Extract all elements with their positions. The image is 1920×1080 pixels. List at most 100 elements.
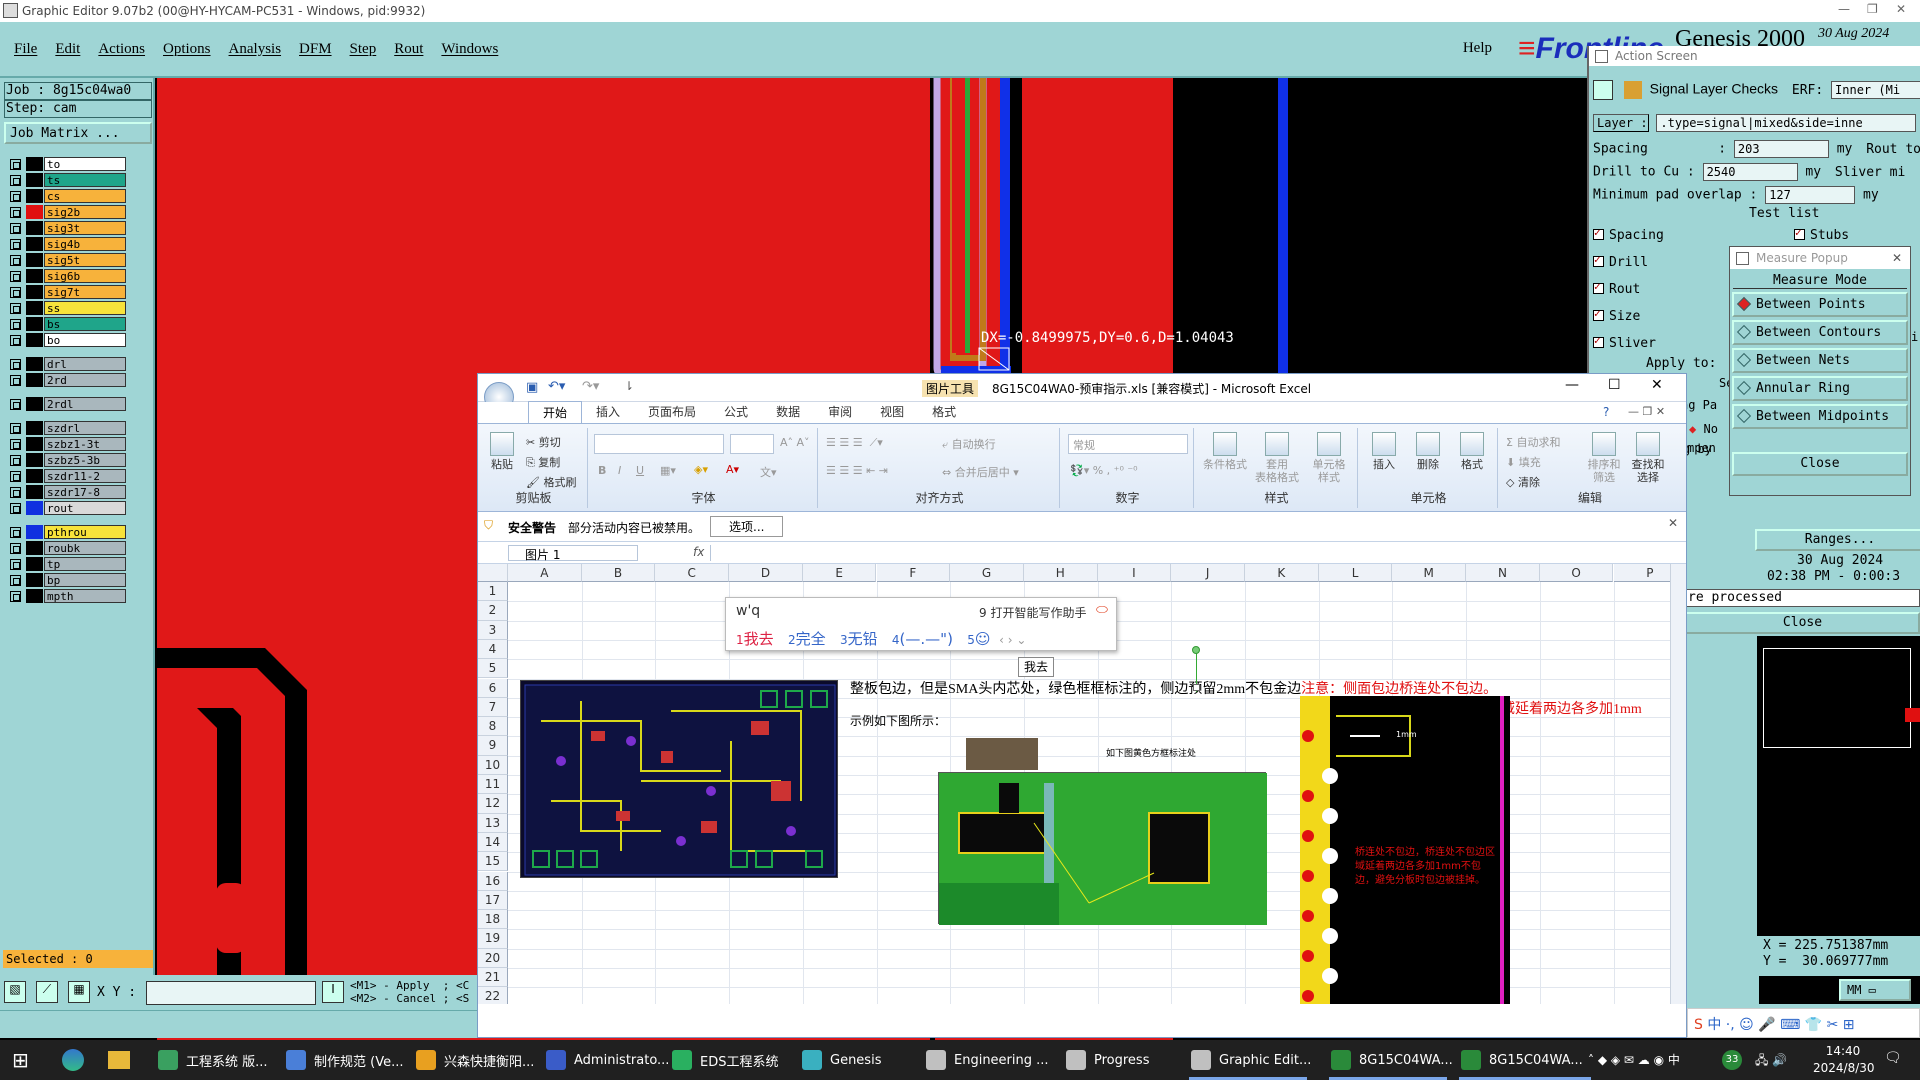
minimap[interactable] <box>1757 636 1920 936</box>
layer-name[interactable]: mpth <box>44 589 126 603</box>
ime-candidate[interactable]: 4(—.—") <box>892 630 953 648</box>
qat-customize-icon[interactable]: ⇂ <box>624 379 634 393</box>
measure-tool-icon[interactable]: ⟋ <box>36 981 58 1003</box>
layer-name[interactable]: bp <box>44 573 126 587</box>
layer-row[interactable]: cs <box>4 188 154 204</box>
column-header[interactable]: N <box>1466 564 1540 582</box>
test-drill[interactable]: Drill <box>1593 253 1648 270</box>
menu-file[interactable]: File <box>14 41 37 58</box>
row-header[interactable]: 2 <box>478 601 508 621</box>
tab-review[interactable]: 审阅 <box>814 401 866 423</box>
layer-row[interactable]: rout <box>4 500 154 516</box>
layer-color-swatch[interactable] <box>26 333 43 347</box>
close-icon[interactable]: ✕ <box>1651 377 1663 393</box>
layer-color-swatch[interactable] <box>26 373 43 387</box>
layer-name[interactable]: sig4b <box>44 237 126 251</box>
ribbon-min-icon[interactable]: — ❐ ✕ <box>1628 405 1665 418</box>
ime-input[interactable]: w'q <box>736 603 760 619</box>
pad-field[interactable]: 127 <box>1765 186 1856 204</box>
stubs-checkbox[interactable] <box>1794 226 1805 240</box>
layer-color-swatch[interactable] <box>26 253 43 267</box>
row-header[interactable]: 17 <box>478 890 508 911</box>
format-cells-button[interactable]: 格式 <box>1452 432 1492 471</box>
layer-row[interactable]: pthrou <box>4 524 154 540</box>
cut-button[interactable]: ✂ 剪切 <box>526 434 561 450</box>
layer-name[interactable]: roubk <box>44 541 126 555</box>
file-explorer-icon[interactable] <box>108 1051 130 1069</box>
layer-color-swatch[interactable] <box>26 525 43 539</box>
ime-candidate[interactable]: 1我去 <box>736 630 774 648</box>
formula-input[interactable] <box>710 545 1660 561</box>
layer-name[interactable]: szdrl <box>44 421 126 435</box>
ime-candidate[interactable]: 5☺ <box>967 630 990 648</box>
taskbar-item[interactable]: 工程系统 版... <box>152 1040 278 1080</box>
undo-icon[interactable]: ↶▾ <box>548 379 565 394</box>
sliver-checkbox[interactable] <box>1593 334 1604 348</box>
layer-name[interactable]: drl <box>44 357 126 371</box>
delete-cells-button[interactable]: 删除 <box>1408 432 1448 471</box>
layer-color-swatch[interactable] <box>26 421 43 435</box>
layer-color-swatch[interactable] <box>26 397 43 411</box>
layer-row[interactable]: 2rd <box>4 372 154 388</box>
tab-insert[interactable]: 插入 <box>582 401 634 423</box>
menu-edit[interactable]: Edit <box>55 41 80 58</box>
taskbar-item[interactable]: Genesis <box>796 1040 922 1080</box>
row-header[interactable]: 16 <box>478 871 508 891</box>
column-header[interactable]: L <box>1318 564 1393 582</box>
maximize-icon[interactable]: ☐ <box>1608 377 1621 393</box>
layer-checkbox[interactable] <box>10 239 21 250</box>
layer-checkbox[interactable] <box>10 207 21 218</box>
layer-color-swatch[interactable] <box>26 573 43 587</box>
underline-button[interactable]: U <box>636 464 644 477</box>
ime-assist[interactable]: 9 打开智能写作助手 <box>979 604 1086 621</box>
layer-row[interactable]: roubk <box>4 540 154 556</box>
test-stubs[interactable]: Stubs <box>1794 226 1849 243</box>
find-select-button[interactable]: 查找和 选择 <box>1628 432 1668 484</box>
pcb-image-3[interactable]: 1mm 桥连处不包边，桥连处不包边区域延着两边各多加1mm不包边，避免分板时包边… <box>1300 696 1510 1004</box>
layer-color-swatch[interactable] <box>26 589 43 603</box>
fill-button[interactable]: ⬇ 填充 <box>1506 454 1541 470</box>
layer-row[interactable]: sig7t <box>4 284 154 300</box>
tab-formulas[interactable]: 公式 <box>710 401 762 423</box>
bold-button[interactable]: B <box>598 464 606 477</box>
layer-name[interactable]: pthrou <box>44 525 126 539</box>
sort-filter-button[interactable]: 排序和 筛选 <box>1584 432 1624 484</box>
erf-field[interactable]: Inner (Mi <box>1831 81 1920 99</box>
layer-row[interactable]: sig6b <box>4 268 154 284</box>
layer-name[interactable]: sig2b <box>44 205 126 219</box>
layer-row[interactable]: bs <box>4 316 154 332</box>
column-header[interactable]: E <box>802 564 877 582</box>
layer-name[interactable]: szdr17-8 <box>44 485 126 499</box>
layer-checkbox[interactable] <box>10 271 21 282</box>
check-menu-icon[interactable] <box>1593 80 1613 100</box>
layer-row[interactable]: ts <box>4 172 154 188</box>
merge-center-button[interactable]: ⇔ 合并后居中 ▾ <box>942 464 1019 480</box>
layer-checkbox[interactable] <box>10 559 21 570</box>
taskbar-item[interactable]: Engineering ... <box>920 1040 1049 1080</box>
layer-row[interactable]: bo <box>4 332 154 348</box>
layer-row[interactable]: bp <box>4 572 154 588</box>
fill-color-icon[interactable]: ◈▾ <box>694 463 708 476</box>
column-header[interactable]: F <box>876 564 951 582</box>
ime-candidate[interactable]: 3无铅 <box>840 630 878 648</box>
layer-color-swatch[interactable] <box>26 357 43 371</box>
number-format-icons[interactable]: 💱▾ % , ⁺⁰ ⁻⁰ <box>1070 464 1138 477</box>
row-header[interactable]: 4 <box>478 639 508 660</box>
column-header[interactable]: B <box>581 564 656 582</box>
fx-icon[interactable]: fx <box>693 545 704 559</box>
tab-page-layout[interactable]: 页面布局 <box>634 401 710 423</box>
layer-checkbox[interactable] <box>10 175 21 186</box>
table-format-button[interactable]: 套用 表格格式 <box>1252 432 1302 484</box>
ime-page-icons[interactable]: ‹ › ⌄ <box>995 633 1026 647</box>
column-header[interactable]: J <box>1171 564 1245 582</box>
restore-icon[interactable]: ❐ <box>1867 2 1878 16</box>
select-all[interactable] <box>478 564 508 582</box>
layer-checkbox[interactable] <box>10 423 21 434</box>
tray-icons-2[interactable]: 🖧 🔊 <box>1755 1051 1787 1072</box>
taskbar-item[interactable]: 8G15C04WA... <box>1455 1040 1595 1080</box>
ranges-button[interactable]: Ranges... <box>1755 529 1920 551</box>
column-header[interactable]: D <box>729 564 803 582</box>
layer-checkbox[interactable] <box>10 335 21 346</box>
name-box[interactable]: 图片 1 <box>508 545 638 562</box>
spacing-checkbox[interactable] <box>1593 226 1604 240</box>
